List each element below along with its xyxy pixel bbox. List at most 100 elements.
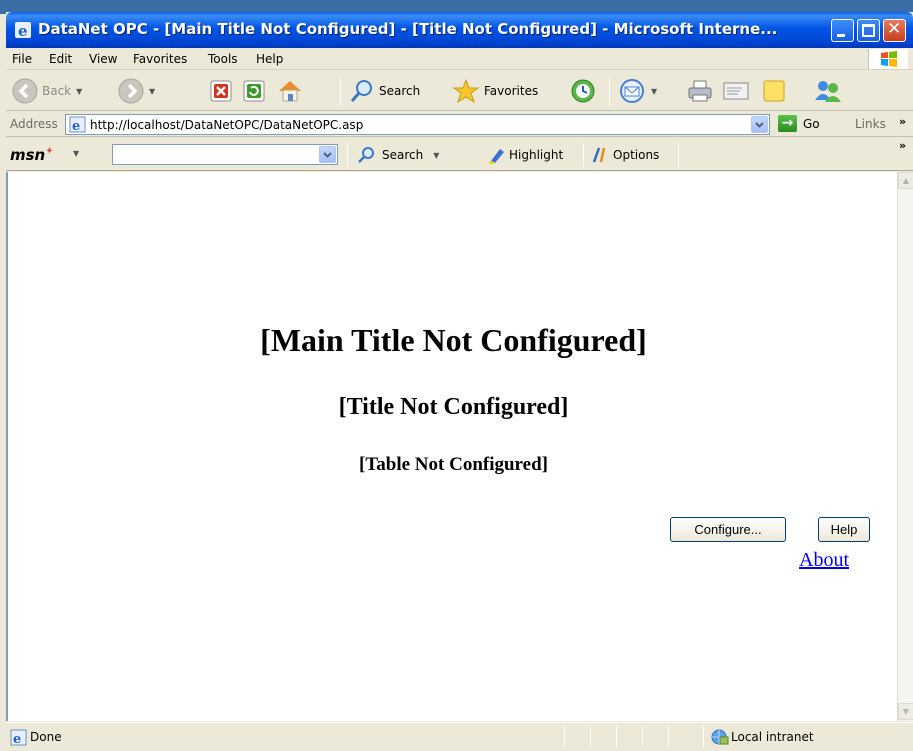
vertical-scrollbar[interactable]: ▲ ▼ bbox=[897, 172, 913, 721]
chevron-down-icon bbox=[323, 152, 332, 158]
toolbar-separator bbox=[609, 77, 610, 105]
discuss-button[interactable] bbox=[760, 71, 788, 111]
msn-chevron-icon[interactable]: » bbox=[899, 139, 906, 152]
msn-separator bbox=[583, 143, 584, 167]
history-button[interactable] bbox=[570, 71, 596, 111]
go-arrow-icon: → bbox=[778, 115, 797, 132]
favorites-button[interactable]: Favorites bbox=[452, 71, 538, 111]
about-link[interactable]: About bbox=[799, 549, 849, 572]
messenger-button[interactable] bbox=[812, 71, 844, 111]
home-icon bbox=[279, 81, 301, 102]
menu-file[interactable]: File bbox=[12, 52, 32, 66]
msn-search-button[interactable]: Search ▼ bbox=[356, 146, 439, 164]
status-divider bbox=[642, 726, 643, 748]
refresh-button[interactable] bbox=[242, 71, 266, 111]
msn-separator bbox=[678, 143, 679, 167]
highlighter-icon bbox=[489, 149, 504, 164]
address-field[interactable]: e http://localhost/DataNetOPC/DataNetOPC… bbox=[65, 114, 770, 135]
menu-view[interactable]: View bbox=[89, 52, 117, 66]
options-label: Options bbox=[613, 148, 660, 162]
mail-button[interactable]: ▼ bbox=[618, 71, 657, 111]
status-divider bbox=[616, 726, 617, 748]
chevron-down-icon bbox=[755, 122, 764, 128]
mail-dropdown-icon[interactable]: ▼ bbox=[651, 87, 657, 96]
minimize-icon bbox=[837, 34, 845, 37]
msn-dropdown-icon[interactable]: ▼ bbox=[73, 149, 79, 158]
close-button[interactable]: ✕ bbox=[883, 19, 906, 42]
back-label: Back bbox=[42, 84, 72, 98]
msn-logo[interactable]: msn✦ bbox=[10, 146, 54, 164]
scroll-up-button[interactable]: ▲ bbox=[898, 172, 913, 189]
toolbar-separator bbox=[340, 77, 341, 105]
links-label[interactable]: Links bbox=[855, 117, 886, 131]
msn-search-label: Search bbox=[382, 148, 424, 162]
msn-search-dropdown-button[interactable] bbox=[319, 146, 336, 163]
refresh-icon bbox=[243, 80, 265, 102]
status-text: Done bbox=[30, 730, 62, 744]
window-title: DataNet OPC - [Main Title Not Configured… bbox=[38, 20, 778, 38]
main-title: [Main Title Not Configured] bbox=[260, 322, 647, 358]
zone-text: Local intranet bbox=[731, 730, 814, 744]
msn-butterfly-icon: ✦ bbox=[45, 146, 54, 157]
search-icon bbox=[350, 80, 372, 102]
windows-flag-icon bbox=[881, 51, 897, 67]
print-button[interactable] bbox=[686, 71, 714, 111]
back-dropdown-icon[interactable]: ▼ bbox=[76, 87, 82, 96]
links-chevron-icon[interactable]: » bbox=[899, 115, 906, 128]
search-label: Search bbox=[379, 84, 421, 98]
mail-icon bbox=[620, 79, 644, 103]
svg-text:e: e bbox=[18, 22, 28, 39]
address-label: Address bbox=[10, 117, 58, 131]
configure-button[interactable]: Configure... bbox=[670, 517, 786, 542]
status-divider bbox=[564, 726, 565, 748]
forward-arrow-icon bbox=[118, 78, 144, 104]
minimize-button[interactable] bbox=[831, 19, 854, 42]
search-button[interactable]: Search bbox=[349, 71, 420, 111]
page-content: [Main Title Not Configured] [Title Not C… bbox=[6, 172, 897, 721]
table-placeholder: [Table Not Configured] bbox=[359, 454, 548, 475]
forward-dropdown-icon[interactable]: ▼ bbox=[149, 87, 155, 96]
standard-toolbar: Back ▼ ▼ Search Favorites ▼ bbox=[6, 71, 913, 111]
favorites-label: Favorites bbox=[484, 84, 539, 98]
msn-logo-text: msn bbox=[10, 146, 46, 164]
go-button[interactable]: → Go bbox=[778, 115, 820, 132]
local-intranet-icon bbox=[711, 729, 729, 745]
windows-logo bbox=[868, 49, 908, 69]
edit-page-icon bbox=[723, 82, 749, 100]
favorites-star-icon bbox=[452, 78, 480, 104]
menu-help[interactable]: Help bbox=[256, 52, 283, 66]
title-bar[interactable]: e DataNet OPC - [Main Title Not Configur… bbox=[6, 12, 913, 48]
msn-search-dropdown-icon[interactable]: ▼ bbox=[433, 151, 439, 160]
print-icon bbox=[688, 80, 712, 102]
stop-button[interactable] bbox=[209, 71, 233, 111]
msn-toolbar: msn✦ ▼ Search ▼ Highlight Options » bbox=[6, 138, 913, 171]
svg-text:e: e bbox=[72, 119, 80, 133]
scroll-down-button[interactable]: ▼ bbox=[898, 703, 913, 720]
forward-button[interactable]: ▼ bbox=[118, 71, 155, 111]
address-dropdown-button[interactable] bbox=[751, 116, 768, 133]
edit-button[interactable] bbox=[722, 71, 750, 111]
menu-tools[interactable]: Tools bbox=[208, 52, 238, 66]
maximize-button[interactable] bbox=[857, 19, 880, 42]
help-button[interactable]: Help bbox=[818, 517, 870, 542]
address-url[interactable]: http://localhost/DataNetOPC/DataNetOPC.a… bbox=[90, 118, 363, 132]
status-divider bbox=[703, 726, 704, 748]
back-button[interactable]: Back ▼ bbox=[12, 71, 82, 111]
options-button[interactable]: Options bbox=[592, 146, 659, 164]
options-icon bbox=[592, 147, 606, 163]
menu-bar: File Edit View Favorites Tools Help bbox=[6, 48, 913, 70]
address-bar: Address e http://localhost/DataNetOPC/Da… bbox=[6, 112, 913, 137]
msn-search-input[interactable] bbox=[112, 144, 338, 165]
back-arrow-icon bbox=[12, 78, 38, 104]
browser-window: e DataNet OPC - [Main Title Not Configur… bbox=[6, 12, 913, 751]
msn-separator bbox=[347, 143, 348, 167]
messenger-people-icon bbox=[815, 81, 841, 102]
page-done-icon: e bbox=[10, 729, 27, 746]
status-divider bbox=[668, 726, 669, 748]
home-button[interactable] bbox=[276, 71, 304, 111]
highlight-button[interactable]: Highlight bbox=[488, 146, 563, 164]
menu-edit[interactable]: Edit bbox=[49, 52, 72, 66]
menu-favorites[interactable]: Favorites bbox=[133, 52, 187, 66]
maximize-icon bbox=[862, 24, 875, 37]
close-icon: ✕ bbox=[887, 19, 902, 39]
